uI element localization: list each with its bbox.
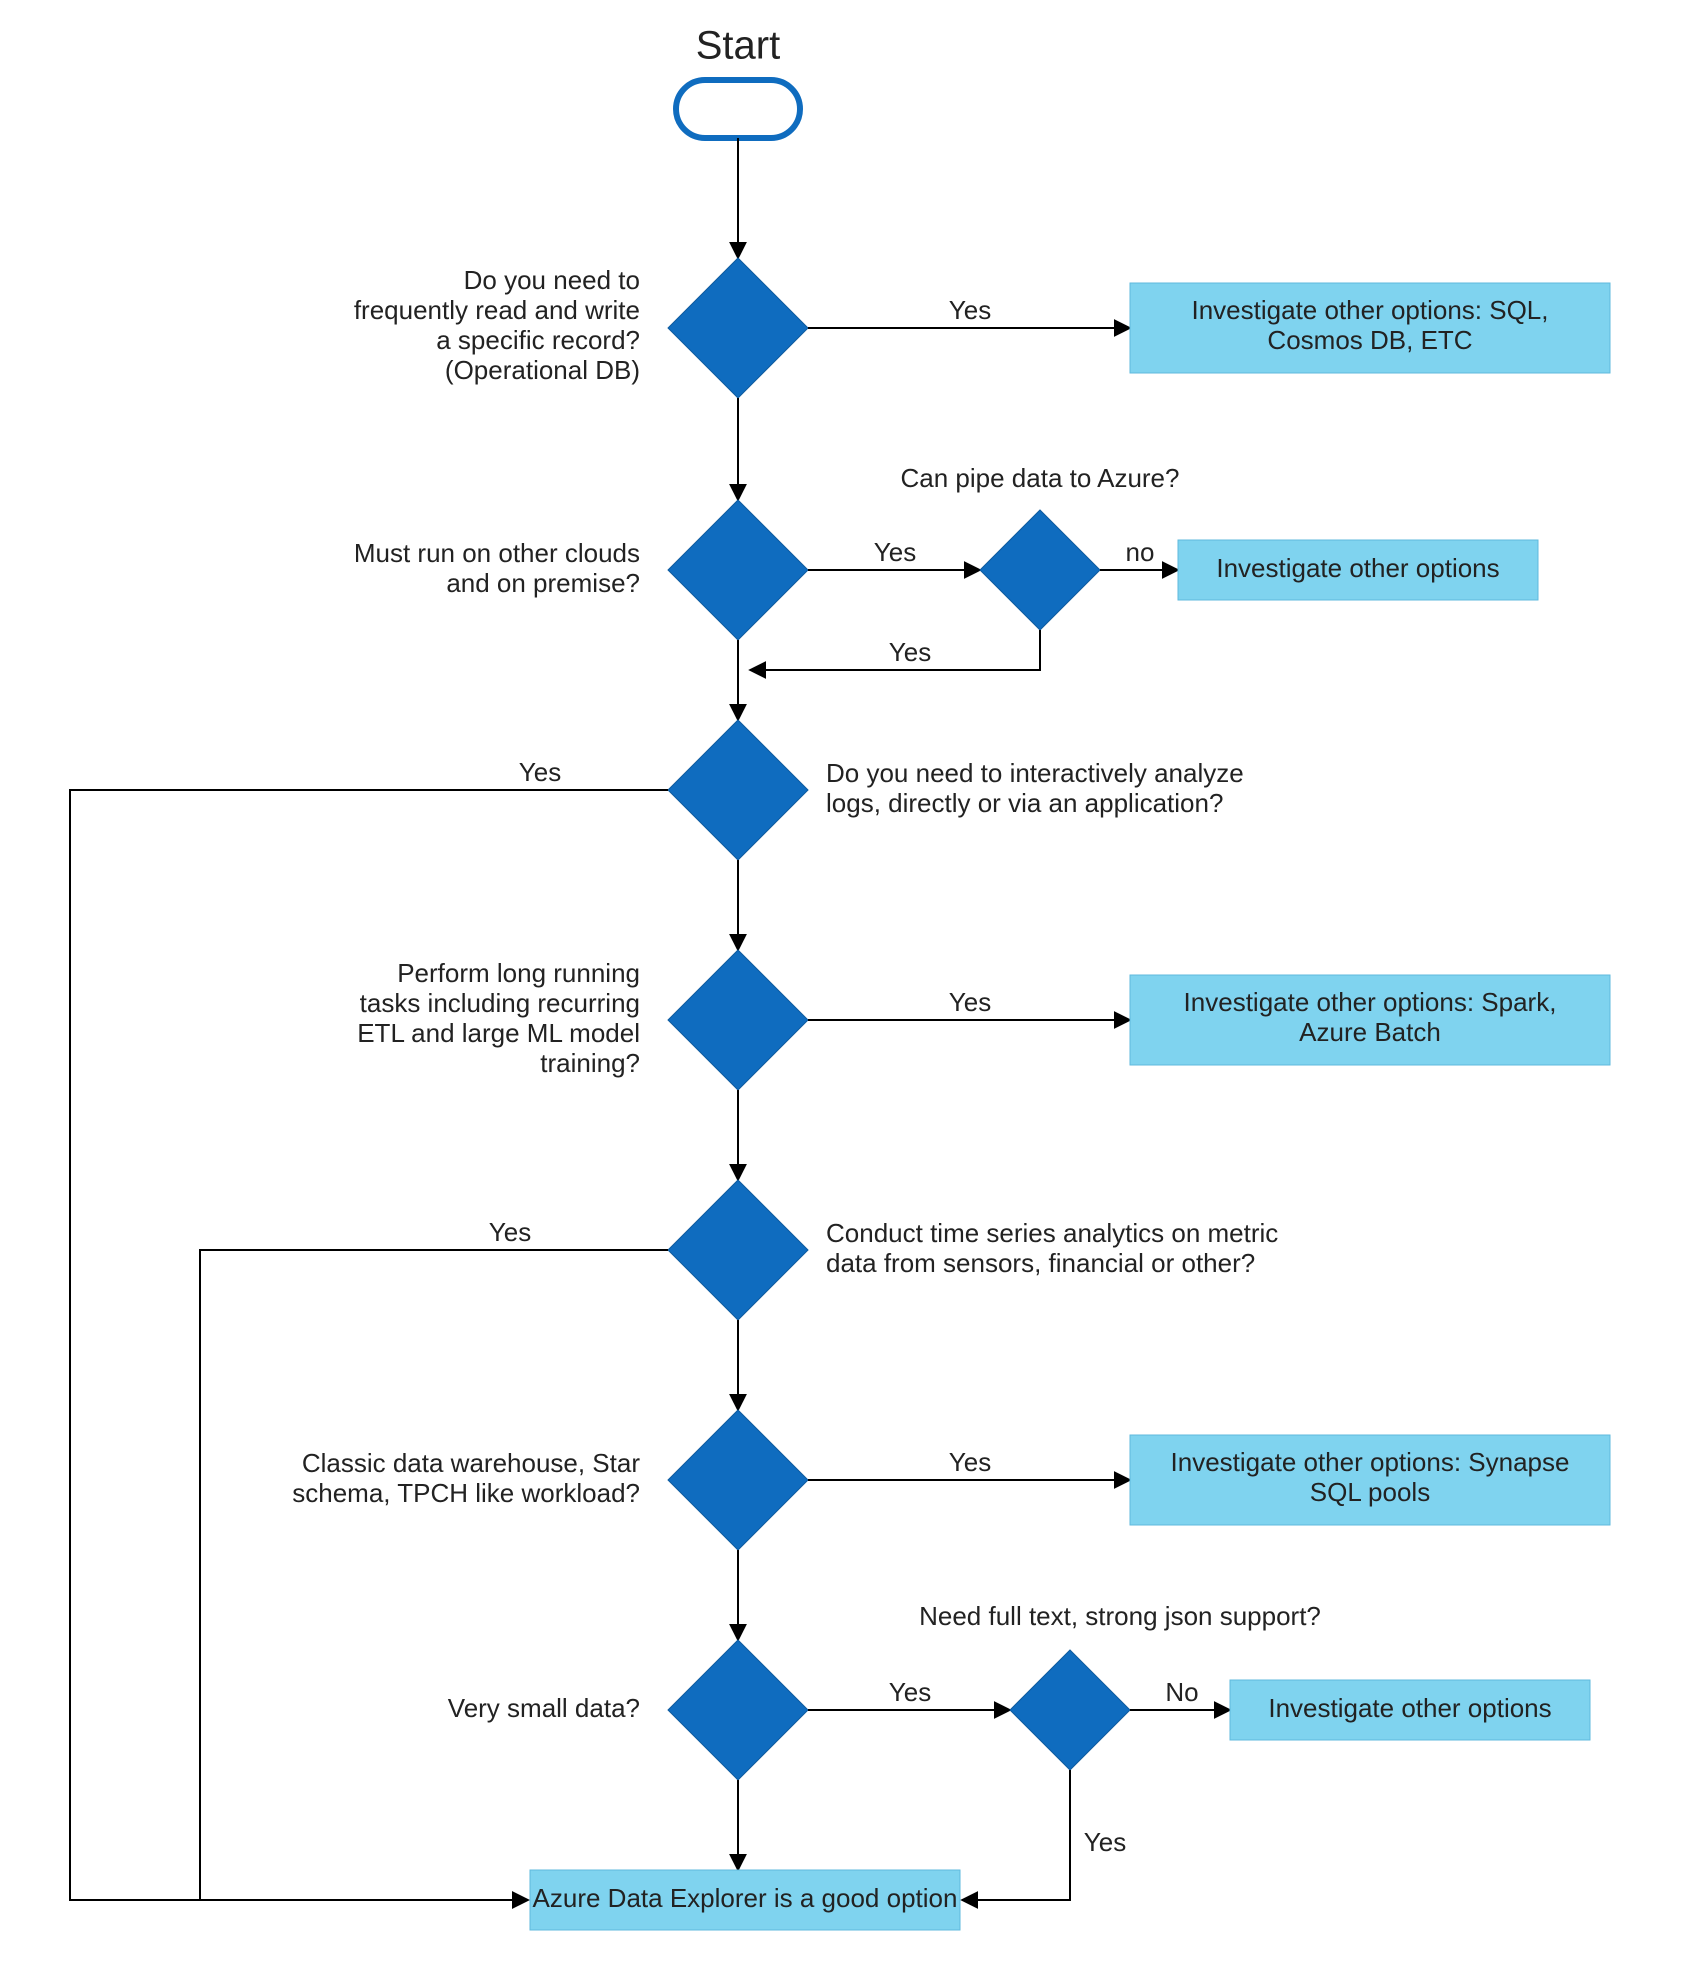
q1-line3: a specific record? [436,325,640,355]
q3-line1: Do you need to interactively analyze [826,758,1244,788]
q3-line2: logs, directly or via an application? [826,788,1223,818]
decision-q7 [668,1640,808,1780]
o1-line1: Investigate other options: SQL, [1192,295,1549,325]
q7b-no-label: No [1165,1677,1198,1707]
o4-line2: Azure Batch [1299,1017,1441,1047]
edge-q7b-yes [962,1770,1070,1900]
q4-line4: training? [540,1048,640,1078]
q1-yes-label: Yes [949,295,991,325]
final-line1: Azure Data Explorer is a good option [533,1883,958,1913]
q4-line3: ETL and large ML model [357,1018,640,1048]
q2b-yes-label: Yes [889,637,931,667]
o1-line2: Cosmos DB, ETC [1267,325,1472,355]
edge-q5-yes [200,1250,668,1900]
o4-line1: Investigate other options: Spark, [1184,987,1557,1017]
q4-yes-label: Yes [949,987,991,1017]
start-label: Start [696,24,780,68]
q3-yes-label: Yes [519,757,561,787]
q7-yes-label: Yes [889,1677,931,1707]
q1-line4: (Operational DB) [445,355,640,385]
q6-line1: Classic data warehouse, Star [302,1448,641,1478]
decision-q4 [668,950,808,1090]
q2-yes-label: Yes [874,537,916,567]
o6-line1: Investigate other options: Synapse [1171,1447,1570,1477]
q5-yes-label: Yes [489,1217,531,1247]
q4-line2: tasks including recurring [360,988,640,1018]
decision-q7b [1010,1650,1130,1770]
q7b-yes-label: Yes [1084,1827,1126,1857]
q1-line2: frequently read and write [354,295,640,325]
o2-line1: Investigate other options [1216,553,1499,583]
q5-line1: Conduct time series analytics on metric [826,1218,1278,1248]
decision-q2 [668,500,808,640]
edge-q3-yes [70,790,668,1900]
q2-line1: Must run on other clouds [354,538,640,568]
decision-q3 [668,720,808,860]
start-terminator [676,80,800,138]
q5-line2: data from sensors, financial or other? [826,1248,1255,1278]
decision-q6 [668,1410,808,1550]
q2b-no-label: no [1126,537,1155,567]
q6-yes-label: Yes [949,1447,991,1477]
decision-q1 [668,258,808,398]
q1-line1: Do you need to [464,265,640,295]
o6-line2: SQL pools [1310,1477,1430,1507]
decision-q2b [980,510,1100,630]
q7-line1: Very small data? [448,1693,640,1723]
q2b-line1: Can pipe data to Azure? [901,463,1180,493]
q7b-line1: Need full text, strong json support? [919,1601,1321,1631]
q2-line2: and on premise? [446,568,640,598]
q6-line2: schema, TPCH like workload? [292,1478,640,1508]
q4-line1: Perform long running [397,958,640,988]
o7-line1: Investigate other options [1268,1693,1551,1723]
decision-q5 [668,1180,808,1320]
